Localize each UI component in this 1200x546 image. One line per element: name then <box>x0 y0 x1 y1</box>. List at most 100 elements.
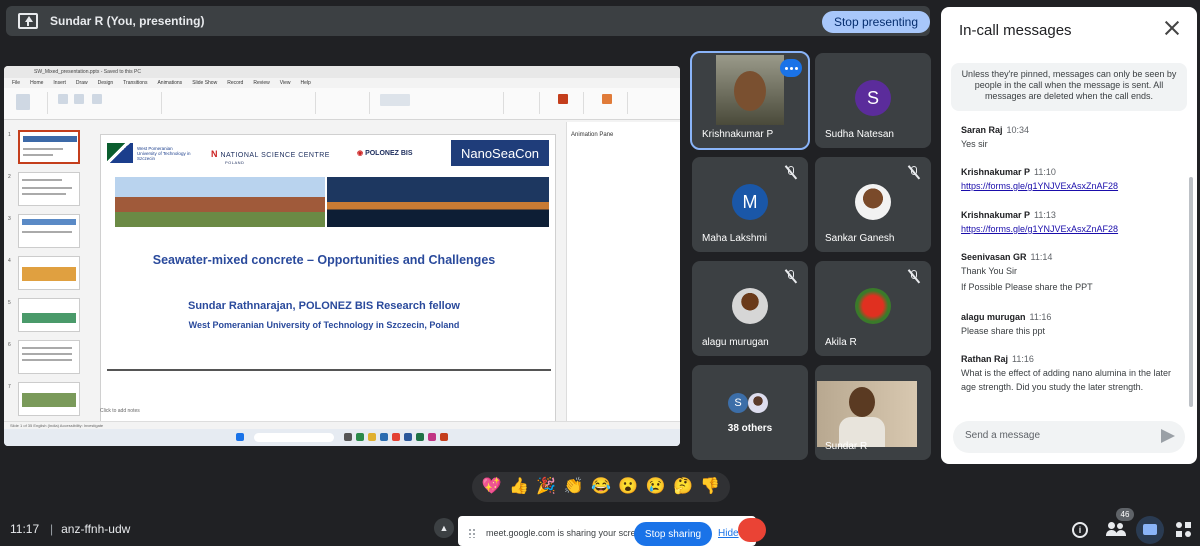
ribbon-tab[interactable]: Review <box>253 80 269 88</box>
ribbon-group-editing <box>508 92 540 114</box>
slide-thumb[interactable] <box>18 172 80 206</box>
ribbon-group-addins <box>588 92 628 114</box>
chevron-up-icon[interactable]: ▲ <box>434 518 454 538</box>
party-reaction-icon[interactable]: 🎉 <box>535 476 557 498</box>
powerpoint-icon[interactable] <box>440 433 448 441</box>
ribbon-tab[interactable]: Slide Show <box>192 80 217 88</box>
send-icon[interactable] <box>1161 429 1175 443</box>
participant-tile-alagu[interactable]: alagu murugan <box>692 261 808 356</box>
slide-affiliation: West Pomeranian University of Technology… <box>188 320 460 330</box>
participant-name: alagu murugan <box>702 337 769 348</box>
heart-reaction-icon[interactable]: 💖 <box>481 476 503 498</box>
hang-up-button[interactable] <box>738 518 766 542</box>
chat-message: alagu murugan 11:16 Please share this ppt <box>961 312 1052 336</box>
people-count-badge: 46 <box>1116 508 1134 521</box>
ribbon-tab[interactable]: File <box>12 80 20 88</box>
participant-tile-krishnakumar[interactable]: Krishnakumar P <box>690 51 810 150</box>
thumbs-up-reaction-icon[interactable]: 👍 <box>508 476 530 498</box>
instagram-icon[interactable] <box>428 433 436 441</box>
chat-input[interactable]: Send a message <box>953 421 1185 453</box>
ribbon-tab[interactable]: Record <box>227 80 243 88</box>
ribbon-group-clipboard <box>10 92 48 114</box>
thinking-reaction-icon[interactable]: 🤔 <box>672 476 694 498</box>
participant-tile-sudha[interactable]: S Sudha Natesan <box>815 53 931 148</box>
participant-tile-akila[interactable]: Akila R <box>815 261 931 356</box>
ribbon-tab[interactable]: Help <box>300 80 310 88</box>
clock: 11:17 <box>10 522 40 536</box>
excel-icon[interactable] <box>416 433 424 441</box>
chat-message: Seenivasan GR 11:14 Thank You Sir If Poss… <box>961 252 1093 292</box>
participant-tile-maha[interactable]: M Maha Lakshmi <box>692 157 808 252</box>
people-icon[interactable] <box>1106 522 1126 538</box>
presenting-label: Sundar R (You, presenting) <box>50 14 205 28</box>
sad-reaction-icon[interactable]: 😢 <box>645 476 667 498</box>
chat-icon[interactable] <box>1136 516 1164 544</box>
ribbon-tab[interactable]: Insert <box>53 80 66 88</box>
close-icon[interactable] <box>1165 21 1179 35</box>
slide-thumbnails: 1 2 3 4 5 6 7 <box>4 122 90 422</box>
taskview-icon[interactable] <box>344 433 352 441</box>
ribbon-tab[interactable]: Draw <box>76 80 88 88</box>
chat-message: Krishnakumar P 11:13 https://forms.gle/g1… <box>961 210 1119 234</box>
chat-message: Saran Raj 10:34 Yes sir <box>961 125 1030 149</box>
chrome-icon[interactable] <box>392 433 400 441</box>
meeting-code: | anz-ffnh-udw <box>50 522 131 536</box>
ribbon-tab[interactable]: Animations <box>157 80 182 88</box>
avatar <box>732 288 768 324</box>
chat-notice: Unless they're pinned, messages can only… <box>951 63 1187 111</box>
slide-thumb[interactable] <box>18 130 80 164</box>
taskbar-search[interactable] <box>254 433 334 442</box>
info-icon[interactable]: i <box>1072 522 1088 538</box>
self-tile[interactable]: Sundar R <box>815 365 931 460</box>
app-icon[interactable] <box>356 433 364 441</box>
chat-message: Rathan Raj 11:16 What is the effect of ad… <box>961 354 1171 392</box>
chat-link[interactable]: https://forms.gle/g1YNJVExAsxZnAF28 <box>961 181 1118 191</box>
chat-link[interactable]: https://forms.gle/g1YNJVExAsxZnAF28 <box>961 224 1118 234</box>
word-icon[interactable] <box>404 433 412 441</box>
app-icon[interactable] <box>380 433 388 441</box>
chat-scrollbar[interactable] <box>1189 177 1193 407</box>
self-video <box>817 381 917 447</box>
stop-sharing-button[interactable]: Stop sharing <box>634 522 712 546</box>
slide-thumb[interactable] <box>18 214 80 248</box>
slide-thumb[interactable] <box>18 256 80 290</box>
slide-thumb[interactable] <box>18 298 80 332</box>
divider <box>107 369 551 371</box>
activities-icon[interactable] <box>1176 522 1192 538</box>
participant-name: Sankar Ganesh <box>825 233 895 244</box>
participant-name: Akila R <box>825 337 857 348</box>
slide-canvas: West Pomeranian University of Technology… <box>100 134 556 434</box>
slide-thumb[interactable] <box>18 382 80 416</box>
stop-presenting-button[interactable]: Stop presenting <box>822 11 930 33</box>
folder-icon[interactable] <box>368 433 376 441</box>
presenting-bar: Sundar R (You, presenting) Stop presenti… <box>6 6 930 36</box>
ribbon-group-paragraph <box>320 92 370 114</box>
hide-link[interactable]: Hide <box>718 528 739 539</box>
ribbon-tab[interactable]: Design <box>98 80 114 88</box>
avatar <box>855 288 891 324</box>
thumbs-down-reaction-icon[interactable]: 👎 <box>699 476 721 498</box>
chat-title: In-call messages <box>959 22 1072 39</box>
participant-name: Sudha Natesan <box>825 129 894 140</box>
drag-handle-icon[interactable] <box>468 528 476 538</box>
avatar <box>748 393 768 413</box>
clap-reaction-icon[interactable]: 👏 <box>563 476 585 498</box>
start-icon[interactable] <box>236 433 244 441</box>
more-options-icon[interactable] <box>780 59 802 77</box>
notes-placeholder[interactable]: Click to add notes <box>100 408 140 414</box>
city-photo-night <box>327 177 549 227</box>
laugh-reaction-icon[interactable]: 😂 <box>590 476 612 498</box>
chat-message: Krishnakumar P 11:10 https://forms.gle/g1… <box>961 167 1119 191</box>
shared-screen: SW_Mixed_presentation.pptx - Saved to th… <box>4 66 680 446</box>
animation-pane: Animation Pane <box>566 122 680 422</box>
slide-thumb[interactable] <box>18 340 80 374</box>
others-count: 38 others <box>727 423 773 434</box>
ribbon-group-font <box>166 92 316 114</box>
ribbon-tab[interactable]: Transitions <box>123 80 147 88</box>
surprised-reaction-icon[interactable]: 😮 <box>617 476 639 498</box>
ribbon-tab[interactable]: Home <box>30 80 43 88</box>
others-tile[interactable]: S 38 others <box>692 365 808 460</box>
participant-tile-sankar[interactable]: Sankar Ganesh <box>815 157 931 252</box>
ribbon-tab[interactable]: View <box>280 80 291 88</box>
avatar: M <box>732 184 768 220</box>
